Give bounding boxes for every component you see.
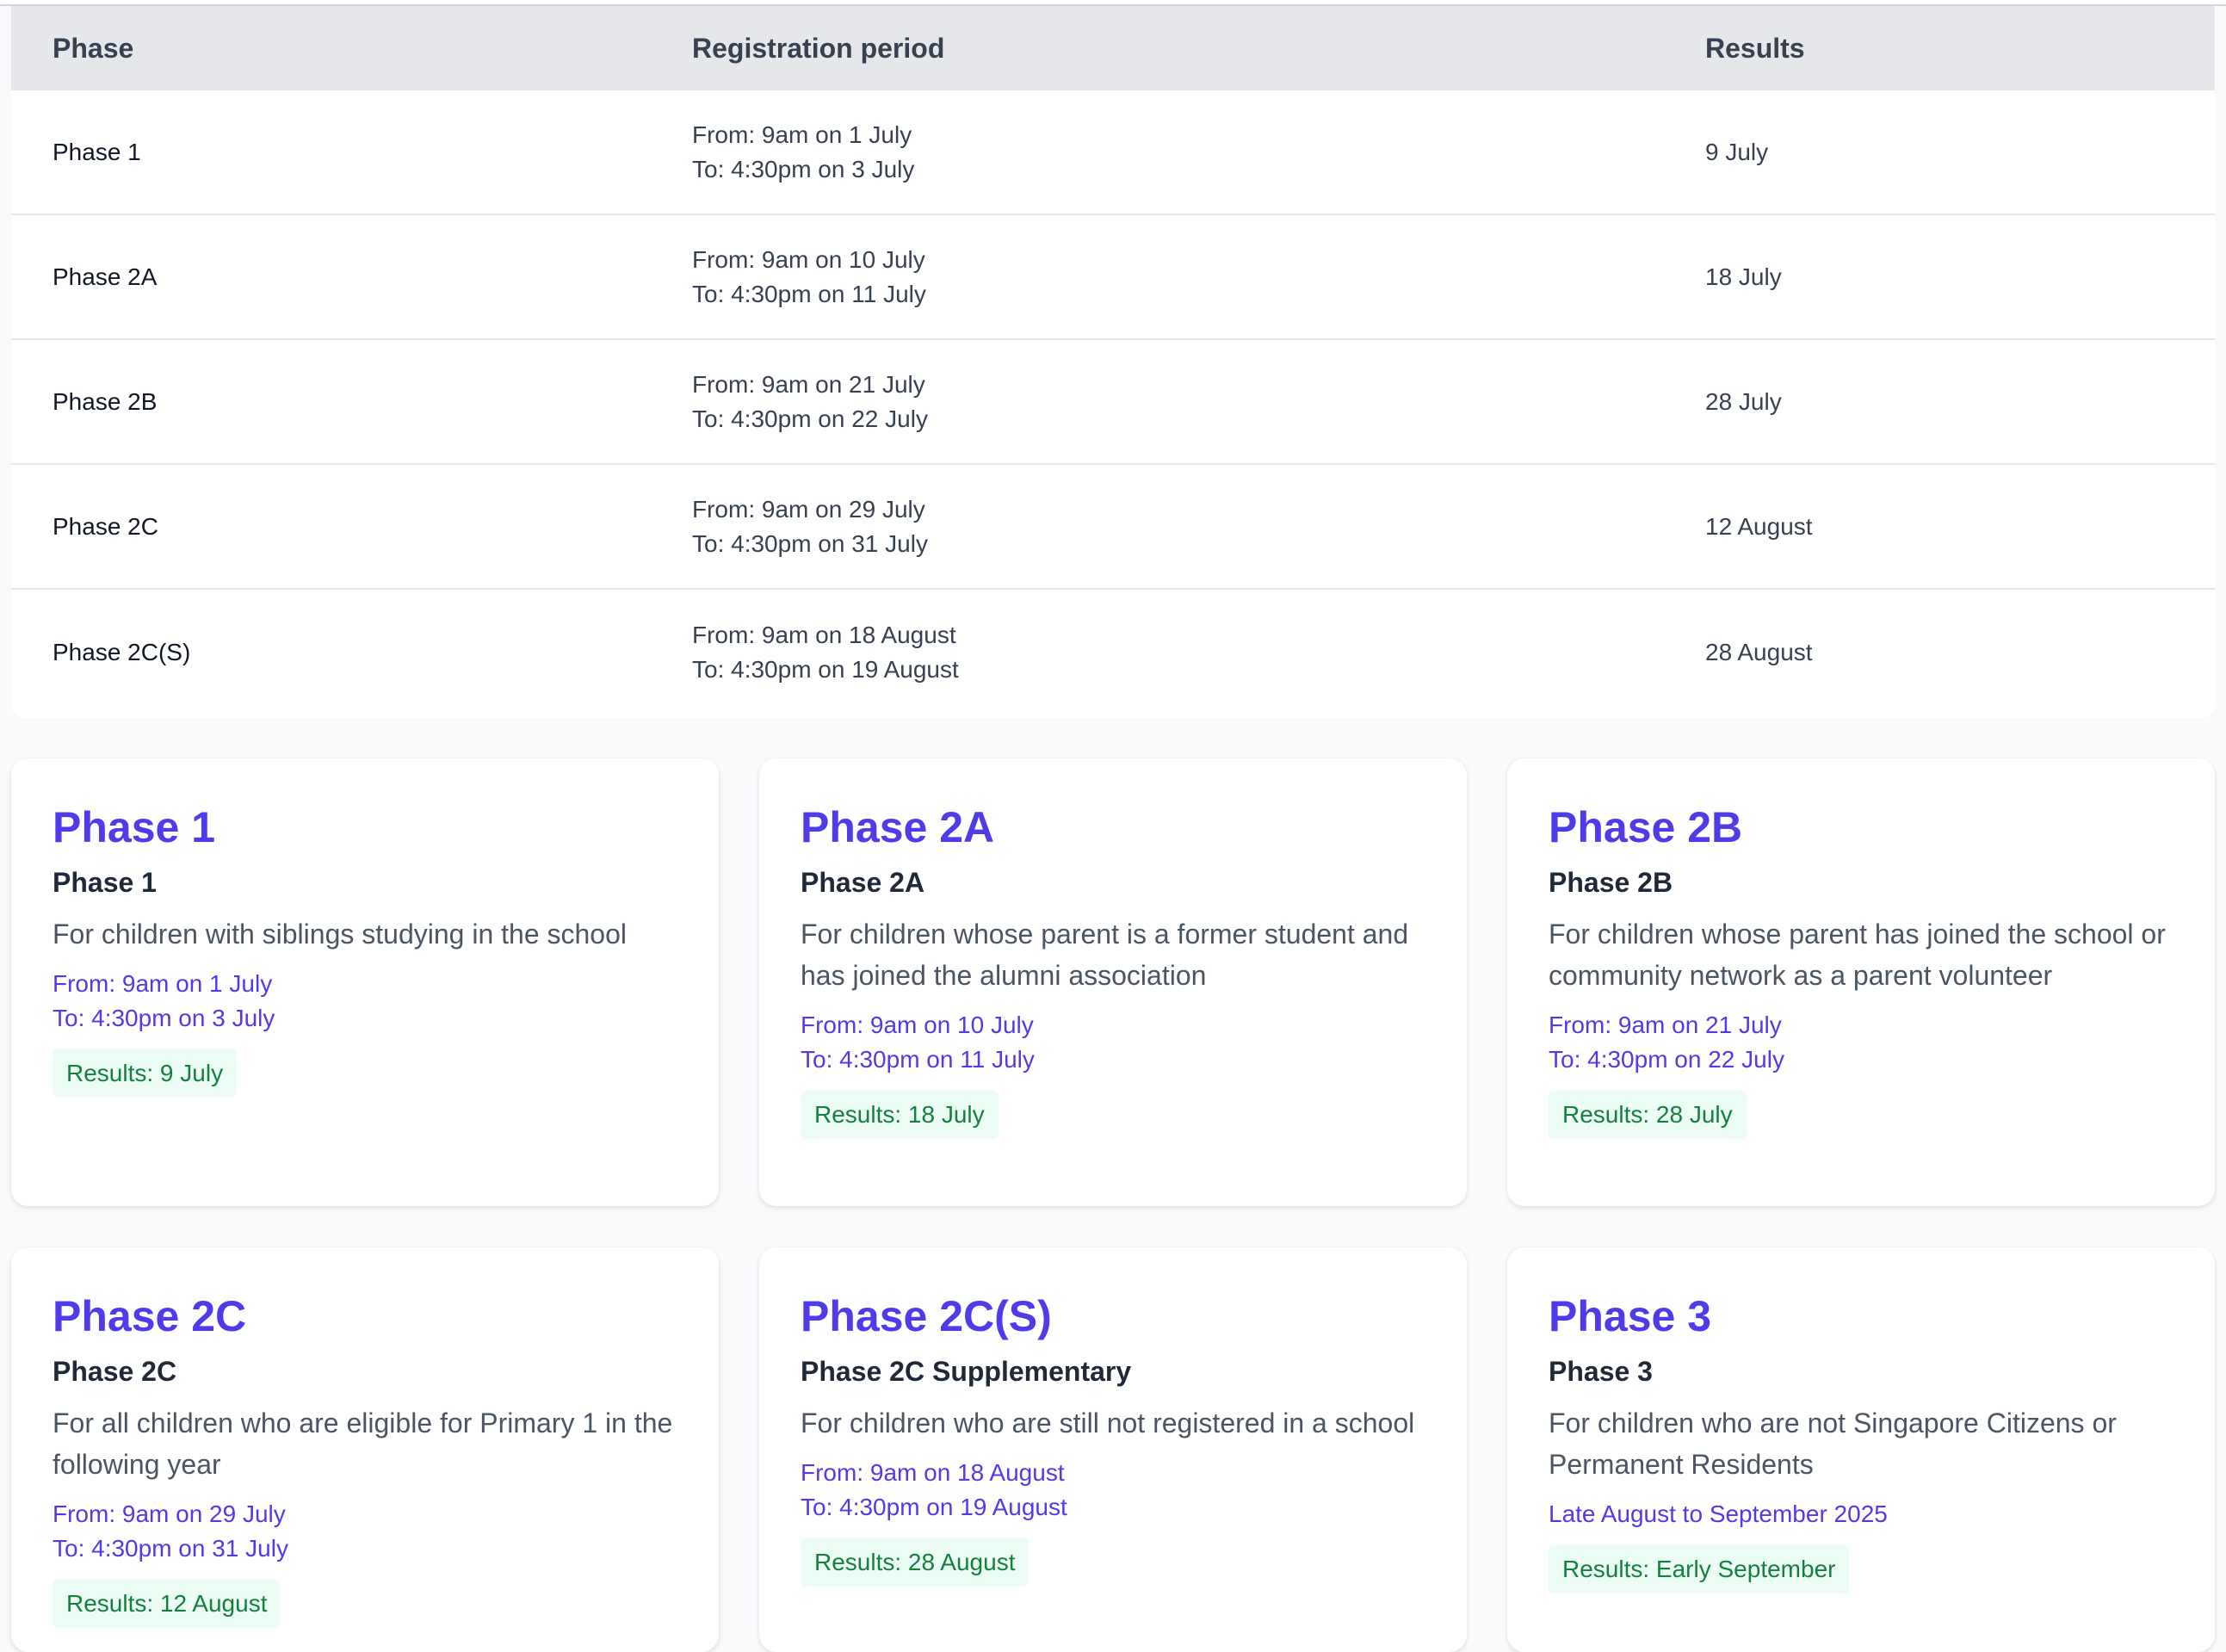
card-title: Phase 3 <box>1549 1292 1712 1340</box>
row-period-from: From: 9am on 21 July <box>692 370 925 398</box>
row-period: From: 9am on 1 July To: 4:30pm on 3 July <box>692 118 914 187</box>
row-period-to: To: 4:30pm on 3 July <box>692 155 915 183</box>
card-title: Phase 2C(S) <box>801 1292 1052 1340</box>
results-badge: Results: Early September <box>1549 1545 1850 1593</box>
row-phase: Phase 2B <box>53 387 158 415</box>
card-period-to: To: 4:30pm on 31 July <box>53 1535 288 1562</box>
row-period-from: From: 9am on 29 July <box>692 495 925 523</box>
schedule-table: Phase Registration period Results Phase … <box>11 6 2215 718</box>
results-badge: Results: 9 July <box>53 1049 238 1098</box>
table-row: Phase 2A From: 9am on 10 July To: 4:30pm… <box>11 215 2215 340</box>
header-registration-period: Registration period <box>692 32 945 64</box>
row-phase: Phase 1 <box>53 138 141 165</box>
card-title: Phase 1 <box>53 803 216 851</box>
row-period-to: To: 4:30pm on 31 July <box>692 529 928 557</box>
row-results: 12 August <box>1705 512 1813 540</box>
card-period-to: To: 4:30pm on 3 July <box>53 1005 275 1031</box>
card-period: From: 9am on 29 July To: 4:30pm on 31 Ju… <box>53 1497 677 1566</box>
card-period: From: 9am on 1 July To: 4:30pm on 3 July <box>53 967 677 1036</box>
row-period-from: From: 9am on 18 August <box>692 622 956 648</box>
row-results: 28 July <box>1705 387 1782 415</box>
row-period: From: 9am on 29 July To: 4:30pm on 31 Ju… <box>692 492 928 561</box>
card-description: For all children who are eligible for Pr… <box>53 1408 673 1480</box>
table-header: Phase Registration period Results <box>11 6 2215 90</box>
card-description: For children whose parent has joined the… <box>1549 919 2166 991</box>
results-badge: Results: 28 August <box>801 1538 1030 1587</box>
card-description: For children with siblings studying in t… <box>53 919 627 950</box>
header-results: Results <box>1705 32 1805 64</box>
row-period-to: To: 4:30pm on 22 July <box>692 405 928 432</box>
row-period-from: From: 9am on 1 July <box>692 121 912 148</box>
row-results: 28 August <box>1705 639 1813 665</box>
card-period-from: Late August to September 2025 <box>1549 1500 1888 1527</box>
phase-card: Phase 2C Phase 2C For all children who a… <box>11 1247 719 1652</box>
card-period-from: From: 9am on 29 July <box>53 1500 286 1527</box>
phase-card: Phase 1 Phase 1 For children with siblin… <box>11 758 719 1206</box>
card-description: For children who are not Singapore Citiz… <box>1549 1408 2117 1480</box>
row-phase: Phase 2A <box>53 263 158 290</box>
card-period: Late August to September 2025 <box>1549 1497 2173 1531</box>
phase-card: Phase 2A Phase 2A For children whose par… <box>759 758 1467 1206</box>
card-title: Phase 2C <box>53 1292 247 1340</box>
row-results: 9 July <box>1705 138 1769 165</box>
row-period: From: 9am on 21 July To: 4:30pm on 22 Ju… <box>692 368 928 436</box>
header-phase: Phase <box>53 32 134 64</box>
results-badge: Results: 12 August <box>53 1580 281 1628</box>
phase-card: Phase 2B Phase 2B For children whose par… <box>1507 758 2215 1206</box>
results-badge: Results: 18 July <box>801 1091 999 1139</box>
row-period-from: From: 9am on 10 July <box>692 245 925 273</box>
table-row: Phase 2C(S) From: 9am on 18 August To: 4… <box>11 590 2215 715</box>
card-period-from: From: 9am on 1 July <box>53 970 273 997</box>
card-subtitle: Phase 2A <box>801 867 925 898</box>
row-period: From: 9am on 10 July To: 4:30pm on 11 Ju… <box>692 243 926 312</box>
card-title: Phase 2B <box>1549 803 1743 851</box>
card-subtitle: Phase 2C <box>53 1356 177 1387</box>
card-period-to: To: 4:30pm on 11 July <box>801 1046 1035 1073</box>
card-period-to: To: 4:30pm on 22 July <box>1549 1046 1784 1073</box>
card-subtitle: Phase 2B <box>1549 867 1673 898</box>
phase-card: Phase 2C(S) Phase 2C Supplementary For c… <box>759 1247 1467 1652</box>
card-subtitle: Phase 2C Supplementary <box>801 1356 1132 1387</box>
card-period: From: 9am on 18 August To: 4:30pm on 19 … <box>801 1456 1425 1525</box>
table-row: Phase 2B From: 9am on 21 July To: 4:30pm… <box>11 340 2215 465</box>
row-period-to: To: 4:30pm on 19 August <box>692 656 959 683</box>
card-description: For children whose parent is a former st… <box>801 919 1409 991</box>
table-row: Phase 1 From: 9am on 1 July To: 4:30pm o… <box>11 90 2215 215</box>
card-subtitle: Phase 3 <box>1549 1356 1653 1387</box>
card-period-from: From: 9am on 18 August <box>801 1459 1065 1486</box>
phase-card: Phase 3 Phase 3 For children who are not… <box>1507 1247 2215 1652</box>
results-badge: Results: 28 July <box>1549 1091 1747 1139</box>
table-row: Phase 2C From: 9am on 29 July To: 4:30pm… <box>11 465 2215 590</box>
top-divider <box>0 0 2226 6</box>
card-period-to: To: 4:30pm on 19 August <box>801 1494 1067 1520</box>
row-results: 18 July <box>1705 263 1782 290</box>
card-subtitle: Phase 1 <box>53 867 157 898</box>
row-period: From: 9am on 18 August To: 4:30pm on 19 … <box>692 618 959 687</box>
row-phase: Phase 2C <box>53 512 158 540</box>
card-period-from: From: 9am on 10 July <box>801 1012 1034 1038</box>
row-phase: Phase 2C(S) <box>53 639 191 665</box>
card-period: From: 9am on 10 July To: 4:30pm on 11 Ju… <box>801 1008 1425 1077</box>
card-description: For children who are still not registere… <box>801 1408 1415 1439</box>
card-period-from: From: 9am on 21 July <box>1549 1012 1782 1038</box>
card-period: From: 9am on 21 July To: 4:30pm on 22 Ju… <box>1549 1008 2173 1077</box>
card-title: Phase 2A <box>801 803 995 851</box>
row-period-to: To: 4:30pm on 11 July <box>692 280 926 307</box>
